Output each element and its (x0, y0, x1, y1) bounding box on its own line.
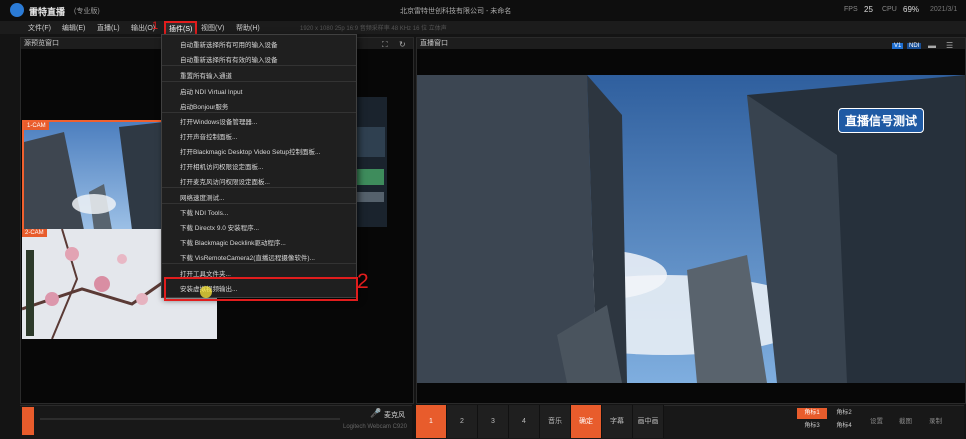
preset-button-2[interactable]: 2 (447, 405, 478, 438)
window-title: 北京雷特世创科技有限公司 - 未命名 (400, 8, 512, 15)
comment-icon[interactable]: ▬ (928, 41, 936, 50)
menu-item-reset-channels[interactable]: 重置所有输入通道 (180, 70, 232, 80)
menu-item-download-decklink[interactable]: 下载 Blackmagic Decklink驱动程序... (180, 237, 286, 247)
mouse-cursor-highlight (200, 286, 212, 298)
menu-item-mic-permission[interactable]: 打开麦克风访问权限设定面板... (180, 176, 270, 186)
corner-mark-1[interactable]: 角标1 (797, 408, 827, 419)
v1-badge[interactable]: V1 (892, 43, 904, 49)
menu-file[interactable]: 文件(F) (28, 23, 51, 33)
output-pane-title: 直播窗口 (417, 38, 965, 49)
step-marker-2: 2 (357, 270, 369, 293)
confirm-button[interactable]: 确定 (571, 405, 602, 438)
app-name: 雷特直播 (29, 7, 66, 17)
menu-item-ndi-virtual-input[interactable]: 启动 NDI Virtual Input (180, 86, 242, 96)
camera-thumb-1[interactable]: 1-CAM (22, 120, 166, 232)
format-info: 1920 x 1080 25p 16:9 音频采样率 48 KHz 16 位 立… (300, 26, 447, 32)
menu-icon[interactable]: ☰ (946, 41, 953, 50)
audio-mixer-bar (20, 405, 412, 439)
plugins-dropdown-menu: 自动重新选择所有可用的输入设备 自动重新选择所有有效的输入设备 重置所有输入通道… (161, 34, 357, 298)
menu-item-blackmagic-setup[interactable]: 打开Blackmagic Desktop Video Setup控制面板... (180, 146, 320, 156)
menu-separator (162, 263, 356, 264)
menu-item-sound-panel[interactable]: 打开声音控制面板... (180, 131, 237, 141)
cpu-value: 69% (903, 5, 920, 14)
preset-button-4[interactable]: 4 (509, 405, 540, 438)
menu-separator (162, 65, 356, 66)
menu-item-download-visremote[interactable]: 下载 VisRemoteCamera2(直播远程摄像软件)... (180, 252, 315, 262)
app-edition: (专业版) (74, 8, 100, 15)
audio-level-track[interactable] (40, 418, 340, 420)
microphone-label: 麦克风 (384, 412, 405, 419)
menu-item-speed-test[interactable]: 网络速度测试... (180, 192, 224, 202)
ndi-badge[interactable]: NDI (907, 43, 922, 49)
camera-1-tag: 1-CAM (24, 122, 49, 130)
step-marker-1: 1 (152, 20, 159, 32)
refresh-icon[interactable]: ↻ (399, 40, 406, 49)
settings-tool[interactable]: 设置 (870, 415, 883, 425)
fit-icon[interactable]: ⛶ (382, 40, 388, 50)
cam2-level-meter (26, 250, 34, 336)
menu-item-download-directx[interactable]: 下载 Directx 9.0 安装程序... (180, 222, 259, 232)
screenshot-tool[interactable]: 截图 (899, 415, 912, 425)
menu-item-bonjour[interactable]: 启动Bonjour服务 (180, 101, 228, 111)
fps-label: FPS (844, 6, 858, 13)
menu-view[interactable]: 视图(V) (201, 23, 224, 33)
camera-2-tag: 2-CAM (22, 229, 47, 237)
menu-item-download-ndi[interactable]: 下载 NDI Tools... (180, 207, 228, 217)
menu-separator (162, 81, 356, 82)
menu-edit[interactable]: 编辑(E) (62, 23, 85, 33)
menu-item-device-manager[interactable]: 打开Windows设备管理器... (180, 116, 257, 126)
camera-1-image (24, 122, 164, 230)
preset-button-3[interactable]: 3 (478, 405, 509, 438)
camera-3-image (352, 97, 387, 227)
camera-thumb-3[interactable] (352, 97, 387, 227)
menu-separator (162, 203, 356, 204)
corner-mark-3[interactable]: 角标3 (797, 421, 827, 432)
pip-button[interactable]: 画中画 (633, 405, 664, 438)
menu-separator (162, 187, 356, 188)
music-button[interactable]: 音乐 (540, 405, 571, 438)
corner-mark-2[interactable]: 角标2 (829, 408, 859, 419)
cpu-label: CPU (882, 6, 897, 13)
fps-value: 25 (864, 5, 873, 14)
subtitle-button[interactable]: 字幕 (602, 405, 633, 438)
microphone-icon[interactable]: 🎤 (370, 408, 381, 419)
microphone-device: Logitech Webcam C920 (343, 424, 407, 430)
corner-mark-4[interactable]: 角标4 (829, 421, 859, 432)
highlight-box (164, 277, 358, 301)
date-display: 2021/3/1 (930, 6, 958, 13)
menu-separator (162, 112, 356, 113)
menu-item-camera-permission[interactable]: 打开相机访问权限设定面板... (180, 161, 263, 171)
menu-item-auto-select-available[interactable]: 自动重新选择所有可用的输入设备 (180, 39, 278, 49)
menu-item-auto-select-valid[interactable]: 自动重新选择所有有效的输入设备 (180, 54, 278, 64)
record-tool[interactable]: 录制 (929, 415, 942, 425)
app-logo-icon (10, 3, 24, 17)
audio-vu-meter[interactable] (22, 407, 34, 435)
preset-button-1[interactable]: 1 (416, 405, 447, 438)
signal-test-overlay: 直播信号测试 (838, 108, 925, 133)
menu-live[interactable]: 直播(L) (97, 23, 120, 33)
menu-help[interactable]: 帮助(H) (236, 23, 260, 33)
